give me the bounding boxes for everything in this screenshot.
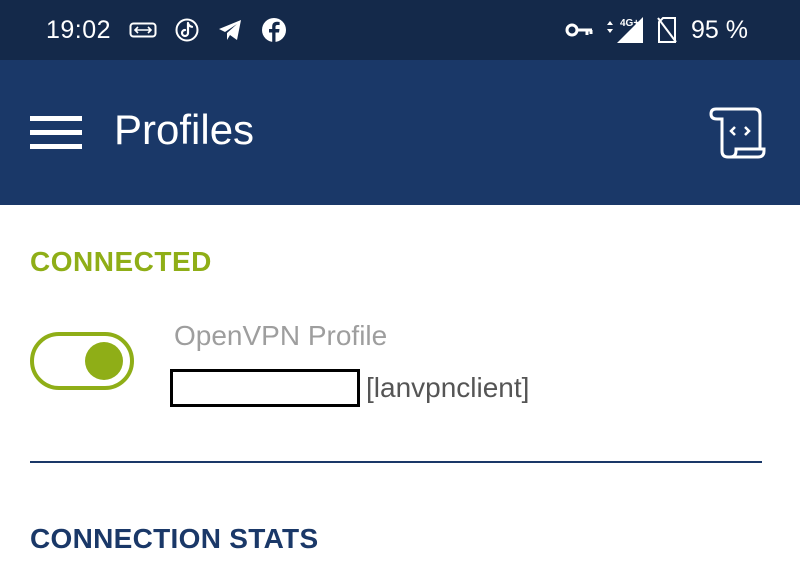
redacted-server-field <box>170 369 360 407</box>
hamburger-menu-icon <box>30 116 82 149</box>
view-log-button[interactable] <box>708 105 768 161</box>
status-right: 4G+ 95 % <box>553 0 748 60</box>
profile-details: [lanvpnclient] <box>170 368 529 408</box>
vpn-connection-toggle[interactable] <box>30 332 134 390</box>
profile-name[interactable]: OpenVPN Profile <box>174 320 387 352</box>
telegram-icon <box>217 18 243 42</box>
tiktok-icon <box>175 17 199 43</box>
connected-section-label: CONNECTED <box>30 246 212 277</box>
log-scroll-icon <box>709 107 766 159</box>
status-left: 19:02 <box>46 0 287 60</box>
no-sim-icon <box>657 17 677 43</box>
battery-level: 95 % <box>691 15 748 44</box>
status-bar: 19:02 4G+ 95 % <box>0 0 800 60</box>
vpn-link-icon <box>129 22 157 38</box>
toggle-knob <box>85 342 123 380</box>
facebook-icon <box>261 17 287 43</box>
hamburger-menu-button[interactable] <box>30 113 82 153</box>
profile-username: [lanvpnclient] <box>366 372 530 403</box>
signal-icon: 4G+ <box>605 16 645 44</box>
key-icon <box>565 22 593 38</box>
app-bar: Profiles <box>0 60 800 205</box>
page-title: Profiles <box>114 106 255 153</box>
connection-stats-section-label: CONNECTION STATS <box>30 523 319 554</box>
status-time: 19:02 <box>46 15 112 44</box>
network-type-label: 4G+ <box>620 18 639 29</box>
section-divider <box>30 461 762 463</box>
